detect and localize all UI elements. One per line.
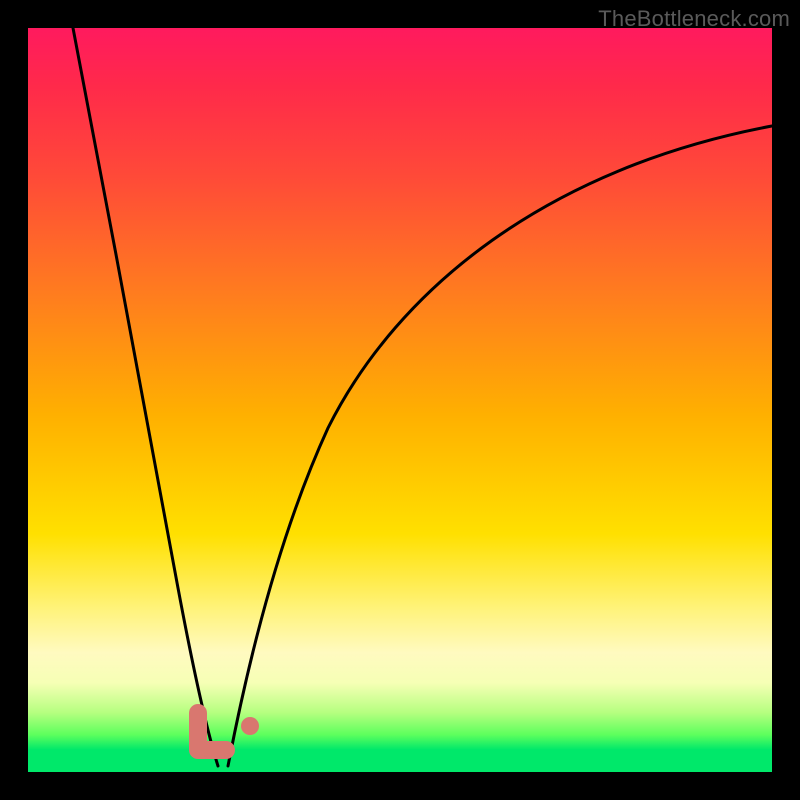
plot-area	[28, 28, 772, 772]
chart-frame: TheBottleneck.com	[0, 0, 800, 800]
watermark-text: TheBottleneck.com	[598, 6, 790, 32]
l-marker	[198, 713, 226, 750]
dot-marker	[241, 717, 259, 735]
left-curve	[73, 28, 218, 766]
right-curve	[228, 126, 772, 766]
curves-layer	[28, 28, 772, 772]
